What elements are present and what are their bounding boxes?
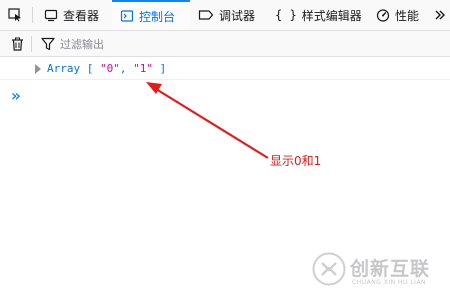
watermark-logo: 创新互联 CHUANG XIN HU LIAN (312, 250, 448, 294)
annotation-label: 显示0和1 (270, 154, 322, 168)
watermark-text: 创新互联 (350, 258, 431, 280)
brand-logo-icon (312, 252, 346, 286)
watermark-subtext: CHUANG XIN HU LIAN (352, 279, 427, 286)
